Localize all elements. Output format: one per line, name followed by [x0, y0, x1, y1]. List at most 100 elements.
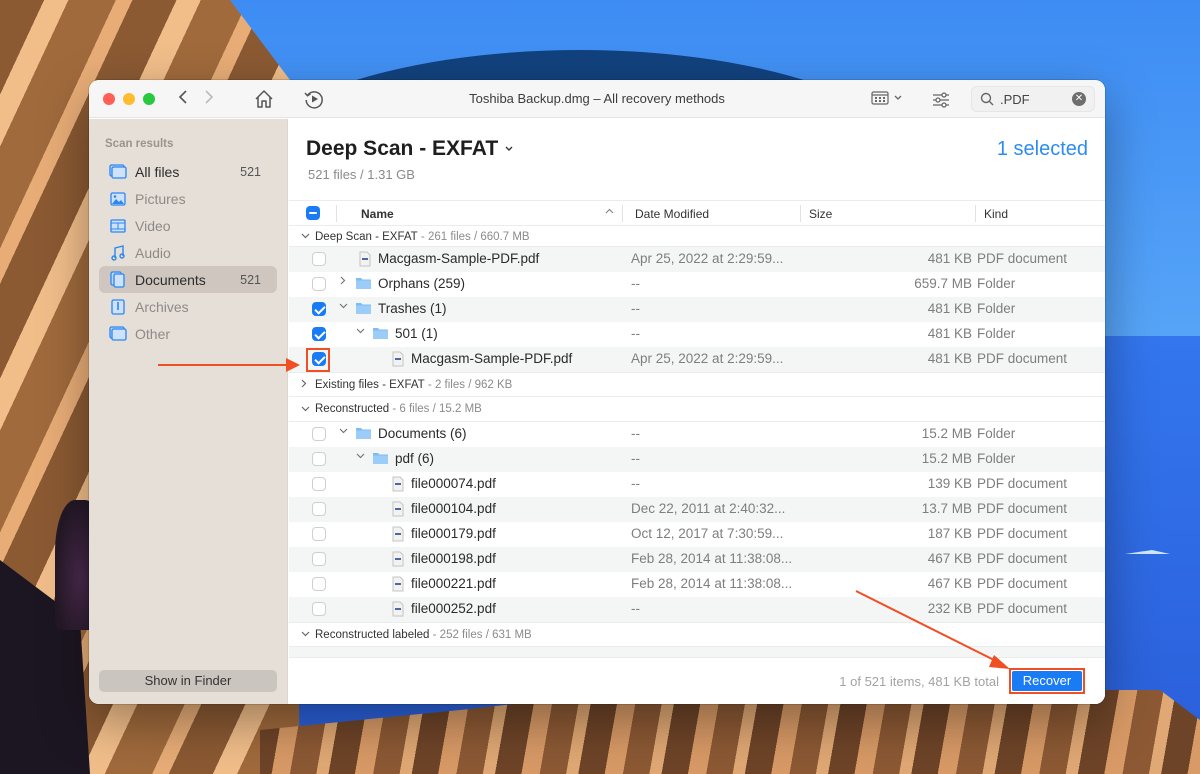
chevron-down-icon	[301, 231, 315, 242]
sidebar-item-audio[interactable]: Audio	[99, 239, 277, 266]
file-date: --	[631, 426, 640, 441]
file-date: --	[631, 601, 640, 616]
pdf-file-icon	[392, 526, 404, 545]
file-name: 501 (1)	[395, 326, 438, 341]
table-row[interactable]: file000074.pdf -- 139 KB PDF document	[289, 472, 1105, 497]
table-row[interactable]: pdf (6) -- 15.2 MB Folder	[289, 447, 1105, 472]
search-field[interactable]: ✕	[971, 86, 1095, 112]
table-row[interactable]: Documents (6) -- 15.2 MB Folder	[289, 422, 1105, 447]
table-row[interactable]: Trashes (1) -- 481 KB Folder	[289, 297, 1105, 322]
zoom-window-button[interactable]	[143, 92, 155, 105]
pdf-file-icon	[392, 351, 404, 370]
file-date: --	[631, 276, 640, 291]
row-checkbox-checked[interactable]	[312, 302, 326, 316]
group-header-reconstructed-labeled[interactable]: Reconstructed labeled - 252 files / 631 …	[289, 622, 1105, 647]
file-kind: PDF document	[977, 526, 1068, 541]
scan-title-dropdown[interactable]: Deep Scan - EXFAT	[306, 137, 514, 161]
file-kind: Folder	[977, 276, 1016, 291]
expand-chevron-icon[interactable]	[337, 276, 349, 288]
sidebar-item-count: 521	[240, 272, 261, 287]
column-divider[interactable]	[975, 205, 976, 222]
column-divider[interactable]	[800, 205, 801, 222]
recover-button[interactable]: Recover	[1012, 671, 1082, 691]
folder-icon	[355, 426, 372, 443]
annotation-highlight-box: Recover	[1009, 668, 1085, 694]
column-date-modified[interactable]: Date Modified	[635, 207, 709, 221]
file-name: file000104.pdf	[411, 501, 496, 516]
row-checkbox-checked[interactable]	[312, 327, 326, 341]
file-kind: PDF document	[977, 351, 1068, 366]
selected-count[interactable]: 1 selected	[997, 138, 1088, 161]
column-divider[interactable]	[622, 205, 623, 222]
row-checkbox[interactable]	[312, 527, 326, 541]
table-row[interactable]: 501 (1) -- 481 KB Folder	[289, 322, 1105, 347]
sidebar-item-documents[interactable]: Documents 521	[99, 266, 277, 293]
file-name: file000252.pdf	[411, 601, 496, 616]
selection-summary: 1 of 521 items, 481 KB total	[839, 674, 999, 689]
chevron-left-icon	[178, 90, 187, 104]
group-header-reconstructed[interactable]: Reconstructed - 6 files / 15.2 MB	[289, 397, 1105, 422]
minimize-window-button[interactable]	[123, 92, 135, 105]
show-in-finder-button[interactable]: Show in Finder	[99, 670, 277, 692]
pictures-icon	[109, 191, 127, 207]
forward-button[interactable]	[199, 89, 219, 109]
row-checkbox[interactable]	[312, 427, 326, 441]
table-row[interactable]: file000198.pdf Feb 28, 2014 at 11:38:08.…	[289, 547, 1105, 572]
file-size: 15.2 MB	[921, 451, 972, 466]
table-row[interactable]: file000104.pdf Dec 22, 2011 at 2:40:32..…	[289, 497, 1105, 522]
row-checkbox[interactable]	[312, 502, 326, 516]
file-name: file000074.pdf	[411, 476, 496, 491]
home-button[interactable]	[253, 88, 275, 115]
collapse-chevron-icon[interactable]	[354, 326, 366, 337]
row-checkbox[interactable]	[312, 577, 326, 591]
sidebar-item-video[interactable]: Video	[99, 212, 277, 239]
sidebar-item-other[interactable]: Other	[99, 320, 277, 347]
column-size[interactable]: Size	[809, 207, 832, 221]
clear-search-button[interactable]: ✕	[1072, 92, 1086, 106]
select-all-checkbox[interactable]	[306, 206, 320, 220]
back-button[interactable]	[173, 89, 193, 109]
row-checkbox[interactable]	[312, 277, 326, 291]
filter-button[interactable]	[931, 90, 951, 115]
file-kind: PDF document	[977, 576, 1068, 591]
resume-scan-button[interactable]	[303, 88, 325, 115]
row-checkbox-checked[interactable]	[312, 352, 326, 366]
table-row-partial[interactable]	[289, 647, 1105, 657]
row-checkbox[interactable]	[312, 452, 326, 466]
collapse-chevron-icon[interactable]	[337, 301, 349, 312]
sidebar-item-label: Archives	[135, 298, 189, 315]
chevron-down-icon	[505, 146, 513, 151]
collapse-chevron-icon[interactable]	[354, 451, 366, 462]
sidebar-item-all-files[interactable]: All files 521	[99, 158, 277, 185]
column-kind[interactable]: Kind	[984, 207, 1008, 221]
table-row[interactable]: Macgasm-Sample-PDF.pdf Apr 25, 2022 at 2…	[289, 347, 1105, 372]
collapse-chevron-icon[interactable]	[337, 426, 349, 437]
table-row[interactable]: Macgasm-Sample-PDF.pdf Apr 25, 2022 at 2…	[289, 247, 1105, 272]
pdf-file-icon	[392, 551, 404, 570]
column-name[interactable]: Name	[361, 207, 394, 221]
table-row[interactable]: file000252.pdf -- 232 KB PDF document	[289, 597, 1105, 622]
file-date: Dec 22, 2011 at 2:40:32...	[631, 501, 786, 516]
file-kind: Folder	[977, 451, 1016, 466]
sidebar-item-pictures[interactable]: Pictures	[99, 185, 277, 212]
row-checkbox[interactable]	[312, 602, 326, 616]
close-window-button[interactable]	[103, 92, 115, 105]
archives-icon	[109, 298, 127, 315]
table-row[interactable]: Orphans (259) -- 659.7 MB Folder	[289, 272, 1105, 297]
file-size: 481 KB	[927, 301, 972, 316]
sort-ascending-icon[interactable]	[605, 206, 614, 217]
group-header-existing-files[interactable]: Existing files - EXFAT - 2 files / 962 K…	[289, 372, 1105, 397]
row-checkbox[interactable]	[312, 552, 326, 566]
row-checkbox[interactable]	[312, 477, 326, 491]
search-input[interactable]	[1000, 91, 1070, 107]
sidebar-item-archives[interactable]: Archives	[99, 293, 277, 320]
row-checkbox[interactable]	[312, 252, 326, 266]
file-name: Documents (6)	[378, 426, 467, 441]
view-mode-button[interactable]	[871, 91, 903, 105]
table-row[interactable]: file000221.pdf Feb 28, 2014 at 11:38:08.…	[289, 572, 1105, 597]
footer-bar: 1 of 521 items, 481 KB total Recover	[289, 657, 1105, 704]
group-name: Deep Scan - EXFAT	[315, 230, 418, 243]
file-date: Feb 28, 2014 at 11:38:08...	[631, 551, 793, 566]
table-row[interactable]: file000179.pdf Oct 12, 2017 at 7:30:59..…	[289, 522, 1105, 547]
group-header-deep-scan[interactable]: Deep Scan - EXFAT - 261 files / 660.7 MB	[289, 229, 1105, 247]
